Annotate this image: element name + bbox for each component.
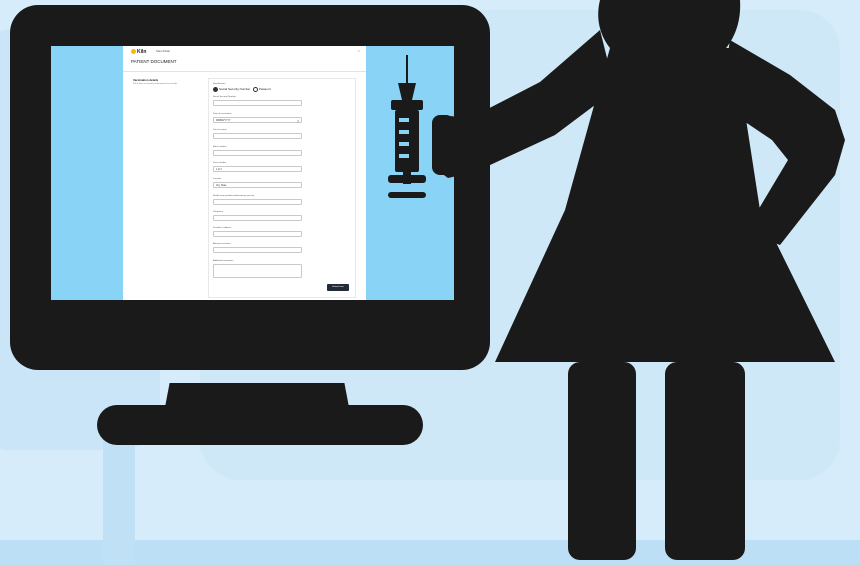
person-silhouette-icon — [432, 0, 845, 560]
syringe-icon — [388, 55, 426, 198]
illustration-layer — [388, 0, 845, 560]
